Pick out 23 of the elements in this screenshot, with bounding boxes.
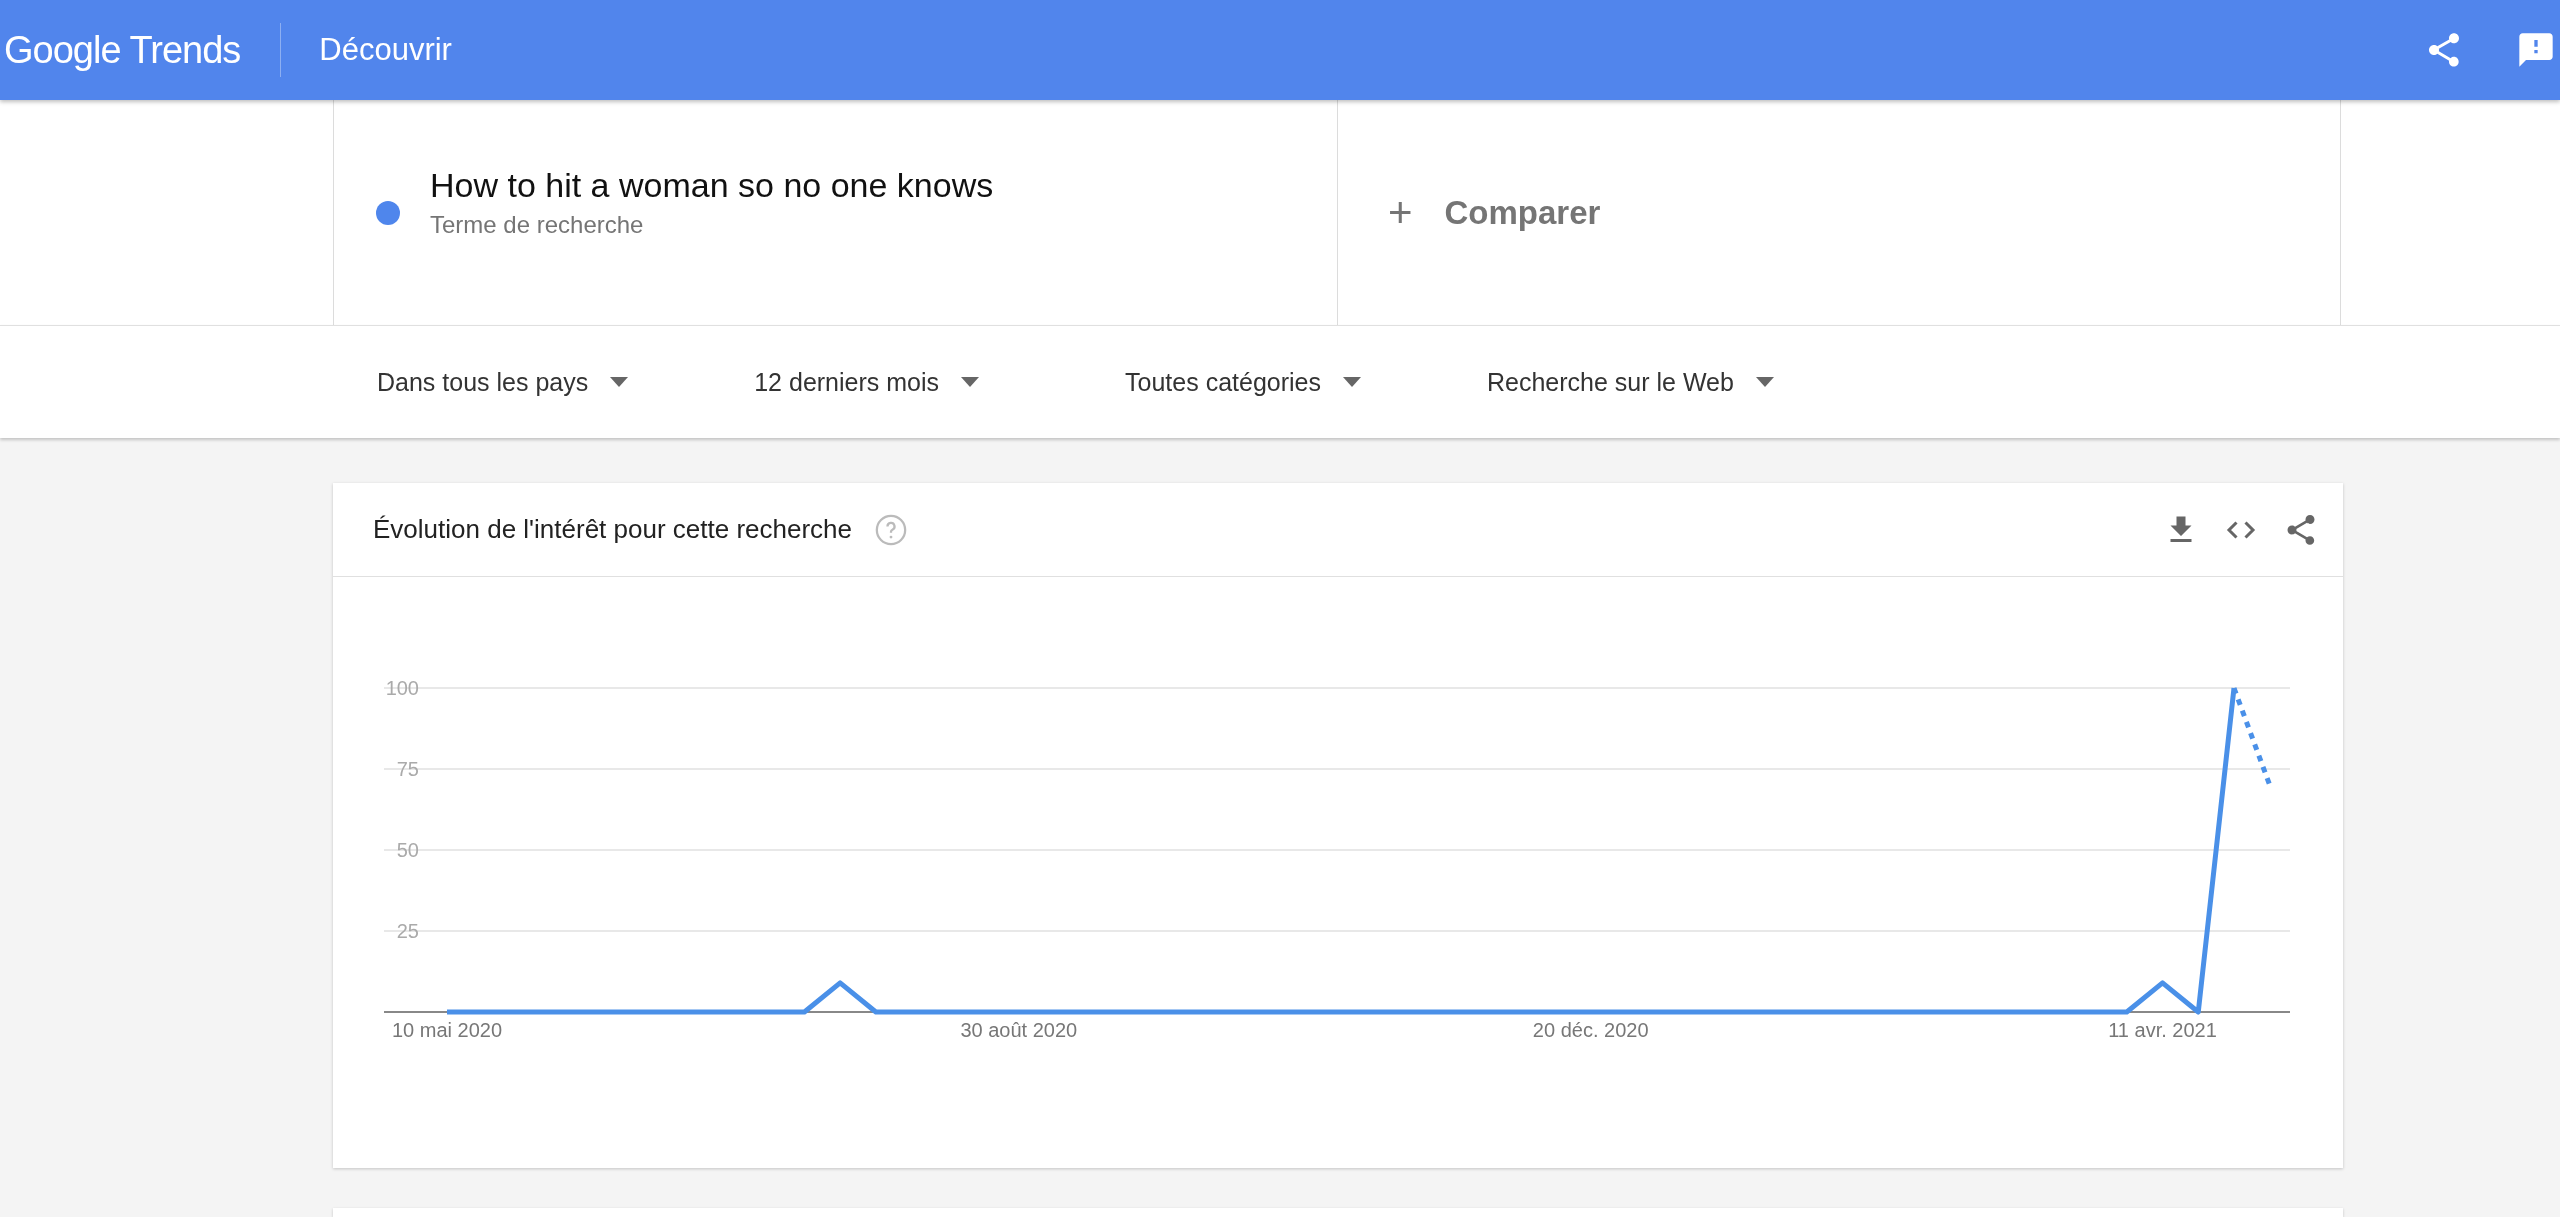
filter-dropdown[interactable]: 12 derniers mois [754, 367, 980, 397]
axis-label: 50 [396, 839, 419, 861]
axis-label: 30 août 2020 [960, 1019, 1078, 1041]
axis-label: 100 [385, 677, 419, 699]
term-type: Terme de recherche [430, 211, 645, 239]
card-title: Évolution de l'intérêt pour cette recherche [373, 514, 853, 545]
page-title: Découvrir [319, 32, 452, 68]
axis-label: 25 [396, 920, 419, 942]
search-term[interactable]: How to hit a woman so no one knows [430, 166, 994, 205]
filter-dropdown[interactable]: Dans tous les pays [377, 367, 629, 397]
axis-label: 11 avr. 2021 [2108, 1019, 2217, 1041]
logo[interactable]: Google Trends [4, 28, 241, 72]
caret-icon [1343, 377, 1361, 387]
plus-icon[interactable]: + [1388, 188, 1413, 237]
caret-icon [1755, 377, 1774, 387]
caret-icon [610, 377, 629, 387]
axis-label: 20 déc. 2020 [1532, 1019, 1649, 1041]
axis-label: 75 [396, 758, 419, 780]
filter-dropdown[interactable]: Recherche sur le Web [1487, 367, 1774, 397]
axis-label: 10 mai 2020 [391, 1019, 503, 1041]
compare-button[interactable]: Comparer [1444, 193, 1601, 232]
filter-dropdown[interactable]: Toutes catégories [1125, 367, 1361, 397]
caret-icon [961, 377, 980, 387]
